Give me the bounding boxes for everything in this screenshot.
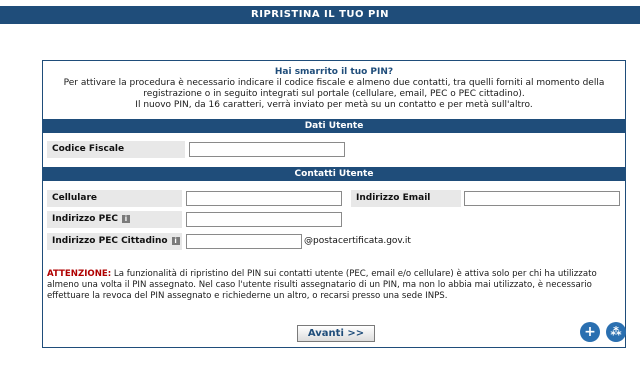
intro-line-1: Per attivare la procedura è necessario i…: [63, 78, 605, 88]
pin-recovery-panel: Hai smarrito il tuo PIN? Per attivare la…: [42, 60, 626, 348]
info-icon[interactable]: i: [171, 236, 180, 245]
section-contacts: Contatti Utente: [43, 167, 625, 181]
cellulare-label: Cellulare: [47, 190, 182, 207]
pec-label-text: Indirizzo PEC: [52, 214, 118, 224]
pec-cittadino-label-text: Indirizzo PEC Cittadino: [52, 236, 168, 246]
intro-question: Hai smarrito il tuo PIN?: [274, 67, 394, 77]
zoom-in-icon[interactable]: +: [580, 322, 600, 342]
intro-line-2: registrazione o in seguito integrati sul…: [143, 89, 525, 99]
share-icon[interactable]: ⁂: [606, 322, 626, 342]
page-title: RIPRISTINA IL TUO PIN: [0, 6, 640, 24]
section-user-data: Dati Utente: [43, 119, 625, 133]
info-icon[interactable]: i: [121, 214, 130, 223]
codice-fiscale-input[interactable]: [189, 142, 345, 157]
attention-label: ATTENZIONE:: [47, 269, 112, 279]
email-input[interactable]: [464, 191, 620, 206]
pec-cittadino-domain: @postacertificata.gov.it: [304, 236, 411, 246]
codice-fiscale-label: Codice Fiscale: [47, 141, 185, 158]
email-label: Indirizzo Email: [351, 190, 461, 207]
pec-cittadino-input[interactable]: [186, 234, 302, 249]
pec-input[interactable]: [186, 212, 342, 227]
pec-cittadino-label: Indirizzo PEC Cittadino i: [47, 233, 182, 250]
intro-text: Hai smarrito il tuo PIN? Per attivare la…: [43, 67, 625, 111]
pec-label: Indirizzo PEC i: [47, 211, 182, 228]
attention-note: ATTENZIONE: La funzionalità di ripristin…: [47, 269, 621, 302]
next-button[interactable]: Avanti >>: [297, 325, 375, 342]
intro-line-3: Il nuovo PIN, da 16 caratteri, verrà inv…: [135, 100, 533, 110]
cellulare-input[interactable]: [186, 191, 342, 206]
attention-text: La funzionalità di ripristino del PIN su…: [47, 269, 597, 301]
